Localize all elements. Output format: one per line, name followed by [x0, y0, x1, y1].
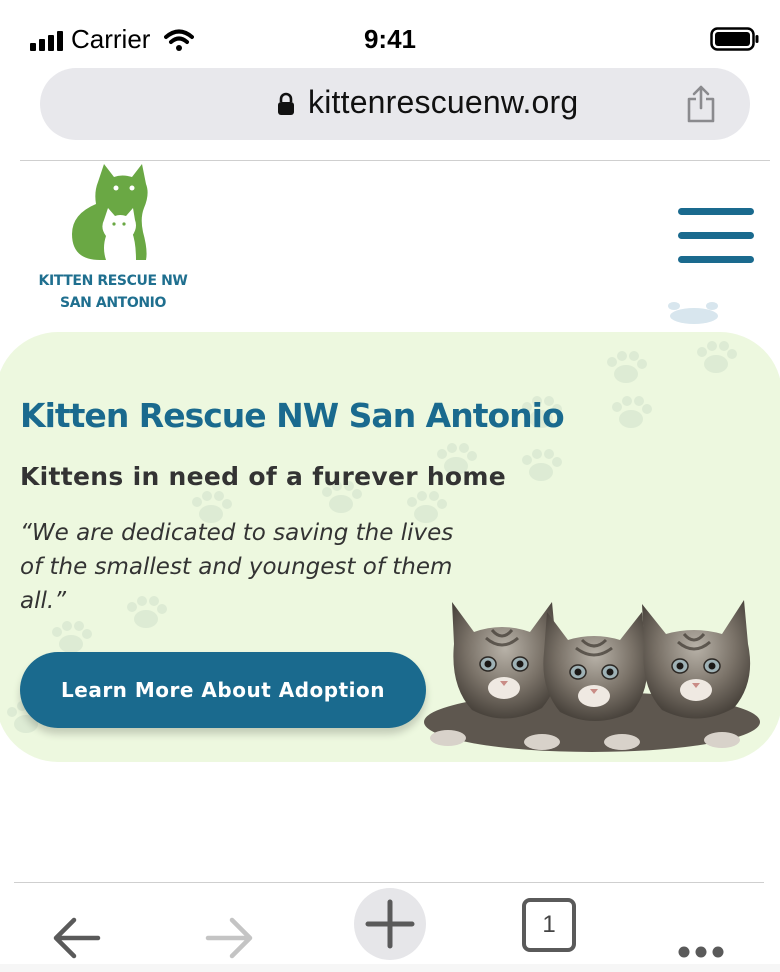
hero-quote: “We are dedicated to saving the lives of… [20, 520, 454, 614]
share-icon[interactable] [684, 84, 718, 124]
status-bar: Carrier 9:41 [0, 0, 780, 64]
bottom-edge [0, 964, 780, 972]
logo-line-2: SAN ANTONIO [60, 295, 166, 311]
new-tab-button[interactable] [354, 888, 426, 960]
hero-section: Kitten Rescue NW San Antonio Kittens in … [0, 332, 780, 762]
divider [20, 160, 770, 161]
address-bar[interactable]: kittenrescuenw.org [40, 68, 750, 140]
battery-icon [710, 27, 759, 51]
tabs-icon[interactable]: 1 [522, 898, 576, 952]
lock-icon [278, 92, 294, 115]
logo-line-1: KITTEN RESCUE NW [38, 273, 188, 289]
url-text[interactable]: kittenrescuenw.org [308, 84, 578, 121]
plus-icon [365, 899, 415, 949]
forward-arrow-icon[interactable] [204, 898, 256, 972]
more-dots-icon[interactable] [676, 912, 726, 972]
hero-title: Kitten Rescue NW San Antonio [20, 396, 565, 435]
kittens-photo [424, 600, 760, 752]
hero-subtitle: Kittens in need of a furever home [20, 462, 507, 491]
logo-text[interactable]: KITTEN RESCUE NW SAN ANTONIO [28, 270, 198, 314]
paw-print-icon [668, 302, 718, 324]
learn-more-adoption-button[interactable]: Learn More About Adoption [20, 652, 426, 728]
back-arrow-icon[interactable] [50, 898, 102, 972]
divider [14, 882, 764, 883]
status-time: 9:41 [363, 24, 417, 54]
browser-toolbar: 1 [0, 884, 780, 972]
hamburger-menu-icon[interactable] [676, 206, 754, 266]
